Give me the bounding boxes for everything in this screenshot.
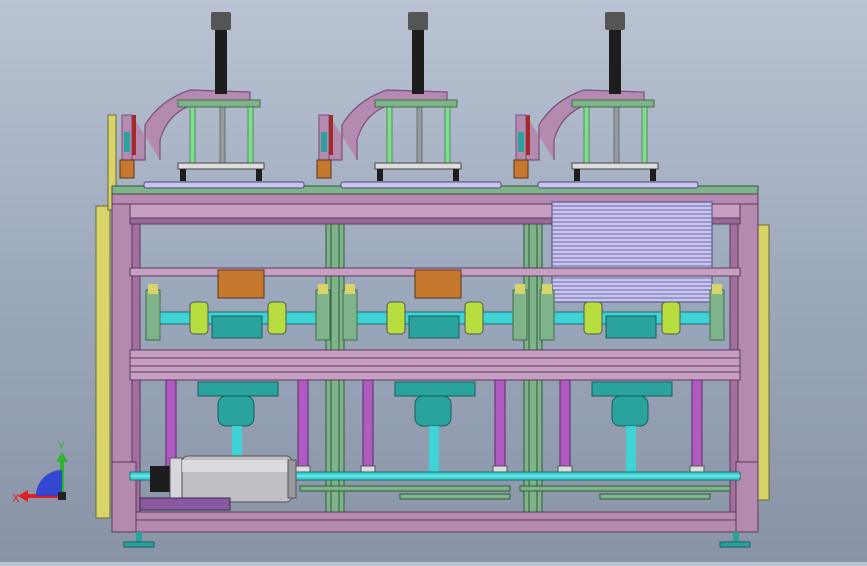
mount-plate — [571, 99, 655, 108]
clamp-bolt — [650, 169, 656, 181]
leg-foot — [557, 465, 573, 473]
bearing-cap — [318, 284, 328, 294]
bearing-block — [145, 289, 161, 341]
arm-block — [513, 159, 529, 179]
station-2 — [316, 12, 528, 473]
triad-icon: Y X — [12, 440, 68, 505]
bearing-block — [342, 289, 358, 341]
bearing-cap — [542, 284, 552, 294]
guide-rod — [416, 106, 423, 166]
pressure-pad — [143, 181, 305, 189]
support-leg — [297, 379, 309, 471]
coordinate-triad: Y X — [12, 440, 82, 510]
gear-motor — [611, 395, 649, 427]
roller-wheel — [661, 301, 681, 335]
gear-motor — [414, 395, 452, 427]
roller-hub — [605, 315, 657, 339]
guide-rod — [583, 106, 590, 166]
clamp-bolt — [256, 169, 262, 181]
roller-hub — [211, 315, 263, 339]
clamp-bolt — [377, 169, 383, 181]
leg-foot — [295, 465, 311, 473]
roller-hub — [408, 315, 460, 339]
drive-motor — [139, 455, 297, 511]
clamp-bar — [177, 162, 265, 170]
mid-rail-lower — [129, 349, 741, 381]
bearing-cap — [345, 284, 355, 294]
arm-block — [119, 159, 135, 179]
mount-plate — [374, 99, 458, 108]
pressure-pad — [537, 181, 699, 189]
workpiece-block — [217, 269, 265, 299]
leg-foot — [360, 465, 376, 473]
bearing-cap — [515, 284, 525, 294]
support-leg — [559, 379, 571, 471]
bottom-beam — [111, 511, 759, 533]
guide-rod — [189, 106, 196, 166]
arm-insert — [518, 132, 524, 152]
clamp-bolt — [180, 169, 186, 181]
pneumatic-cylinder — [215, 30, 227, 94]
clamp-bar — [374, 162, 462, 170]
leveling-foot-right — [719, 532, 751, 548]
bearing-block — [512, 289, 528, 341]
cylinder-cap — [408, 12, 428, 30]
roller-wheel — [464, 301, 484, 335]
pressure-pad — [340, 181, 502, 189]
workpiece-block — [414, 269, 462, 299]
roller-wheel — [189, 301, 209, 335]
mount-plate — [177, 99, 261, 108]
plate-stack — [551, 201, 713, 303]
gear-motor — [217, 395, 255, 427]
station-1 — [119, 12, 331, 473]
bearing-block — [315, 289, 331, 341]
support-leg — [362, 379, 374, 471]
bearing-cap — [712, 284, 722, 294]
guide-rod — [641, 106, 648, 166]
motor-shaft — [626, 426, 636, 472]
bearing-cap — [148, 284, 158, 294]
pneumatic-cylinder — [412, 30, 424, 94]
axis-label-y: Y — [57, 440, 65, 453]
roller-wheel — [267, 301, 287, 335]
cylinder-cap — [211, 12, 231, 30]
roller-wheel — [386, 301, 406, 335]
support-leg — [165, 379, 177, 471]
side-plate-left — [95, 205, 111, 519]
cylinder-cap — [605, 12, 625, 30]
gear-motor-flange — [591, 381, 673, 397]
roller-wheel — [583, 301, 603, 335]
axis-label-x: X — [12, 492, 20, 505]
guide-rod — [444, 106, 451, 166]
bearing-block — [539, 289, 555, 341]
side-plate-right — [756, 224, 770, 501]
guide-rod — [247, 106, 254, 166]
leveling-foot-left — [123, 532, 155, 548]
clamp-bolt — [574, 169, 580, 181]
pneumatic-cylinder — [609, 30, 621, 94]
arm-stop — [329, 115, 333, 155]
gear-motor-flange — [394, 381, 476, 397]
clamp-bar — [571, 162, 659, 170]
arm-insert — [124, 132, 130, 152]
leg-foot — [689, 465, 705, 473]
leg-foot — [492, 465, 508, 473]
arm-block — [316, 159, 332, 179]
cad-viewport[interactable]: Y X — [0, 0, 867, 562]
guide-rod — [219, 106, 226, 166]
arm-insert — [321, 132, 327, 152]
clamp-bolt — [453, 169, 459, 181]
gear-motor-flange — [197, 381, 279, 397]
arm-stop — [132, 115, 136, 155]
support-leg — [494, 379, 506, 471]
bearing-block — [709, 289, 725, 341]
motor-shaft — [429, 426, 439, 472]
support-leg — [691, 379, 703, 471]
arm-stop — [526, 115, 530, 155]
machine-assembly — [95, 12, 770, 548]
guide-rod — [386, 106, 393, 166]
guide-rod — [613, 106, 620, 166]
